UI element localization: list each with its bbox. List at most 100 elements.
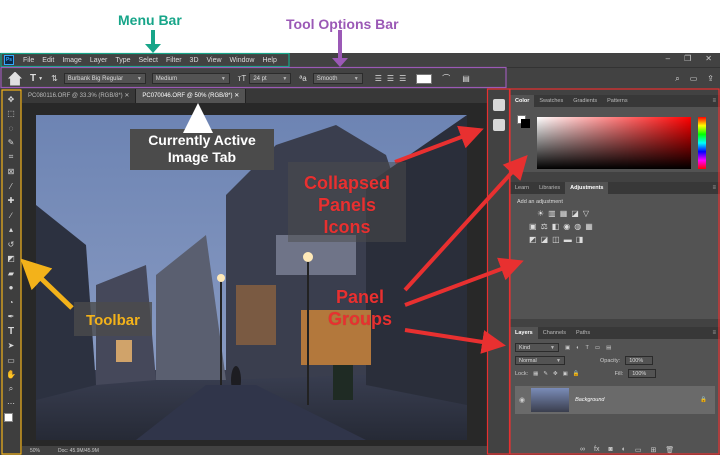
new-group-icon[interactable]: ▭ xyxy=(635,446,642,454)
tab-channels[interactable]: Channels xyxy=(538,327,571,339)
quick-select-tool-icon[interactable]: ✎ xyxy=(0,136,22,151)
menu-view[interactable]: View xyxy=(203,57,226,64)
blur-tool-icon[interactable]: ● xyxy=(0,281,22,296)
hue-saturation-icon[interactable]: ▣ xyxy=(529,222,537,231)
add-mask-icon[interactable]: ◙ xyxy=(608,446,612,454)
history-panel-icon[interactable] xyxy=(492,99,505,111)
tab-patterns[interactable]: Patterns xyxy=(602,95,632,107)
tab-color[interactable]: Color xyxy=(510,95,535,107)
menu-3d[interactable]: 3D xyxy=(186,57,203,64)
gradient-map-icon[interactable]: ▬ xyxy=(564,235,572,244)
black-white-icon[interactable]: ◧ xyxy=(552,222,560,231)
align-center-icon[interactable]: ☰ xyxy=(387,74,394,83)
font-style-select[interactable]: Medium ▼ xyxy=(151,73,230,84)
channel-mixer-icon[interactable]: ◍ xyxy=(574,222,581,231)
share-icon[interactable]: ⇪ xyxy=(707,74,714,83)
align-left-icon[interactable]: ☰ xyxy=(375,74,382,83)
document-tab[interactable]: PC080116.ORF @ 33.3% (RGB/8*) ✕ xyxy=(22,89,137,103)
threshold-icon[interactable]: ◫ xyxy=(552,235,560,244)
tab-layers[interactable]: Layers xyxy=(510,327,538,339)
lock-artboard-icon[interactable]: ▣ xyxy=(563,371,568,377)
hand-tool-icon[interactable]: ✋ xyxy=(0,368,22,383)
crop-tool-icon[interactable]: ⌗ xyxy=(0,150,22,165)
tab-paths[interactable]: Paths xyxy=(571,327,595,339)
menu-file[interactable]: File xyxy=(19,57,38,64)
close-icon[interactable]: ✕ xyxy=(234,93,239,99)
photoshop-app-icon[interactable]: Ps xyxy=(4,55,14,65)
menu-window[interactable]: Window xyxy=(226,57,259,64)
frame-tool-icon[interactable]: ⊠ xyxy=(0,165,22,180)
menu-filter[interactable]: Filter xyxy=(162,57,186,64)
panel-menu-icon[interactable]: ≡ xyxy=(712,330,716,336)
tab-gradients[interactable]: Gradients xyxy=(568,95,602,107)
color-balance-icon[interactable]: ⚖ xyxy=(541,222,548,231)
lasso-tool-icon[interactable]: ◌ xyxy=(0,121,22,136)
lock-position-icon[interactable]: ✥ xyxy=(553,371,558,377)
type-tool-icon[interactable]: T xyxy=(30,73,36,84)
search-icon[interactable]: ⌕ xyxy=(675,74,679,84)
filter-smart-icon[interactable]: ▤ xyxy=(606,345,611,351)
menu-type[interactable]: Type xyxy=(111,57,134,64)
menu-layer[interactable]: Layer xyxy=(86,57,112,64)
anti-alias-select[interactable]: Smooth ▼ xyxy=(312,73,363,84)
properties-panel-icon[interactable] xyxy=(492,119,505,131)
tab-adjustments[interactable]: Adjustments xyxy=(565,182,609,194)
eraser-tool-icon[interactable]: ◩ xyxy=(0,252,22,267)
menu-image[interactable]: Image xyxy=(58,57,85,64)
panel-menu-icon[interactable]: ≡ xyxy=(712,185,716,191)
close-icon[interactable]: ✕ xyxy=(124,93,129,99)
align-right-icon[interactable]: ☰ xyxy=(399,74,406,83)
move-tool-icon[interactable]: ✥ xyxy=(0,92,22,107)
healing-brush-tool-icon[interactable]: ✚ xyxy=(0,194,22,209)
filter-shape-icon[interactable]: ▭ xyxy=(595,345,600,351)
invert-icon[interactable]: ◩ xyxy=(529,235,537,244)
pen-tool-icon[interactable]: ✒ xyxy=(0,310,22,325)
zoom-level[interactable]: 50% xyxy=(30,448,40,454)
chevron-down-icon[interactable]: ▼ xyxy=(38,76,43,82)
layer-row[interactable]: ◉ Background 🔒 xyxy=(515,386,715,414)
photo-filter-icon[interactable]: ◉ xyxy=(563,222,570,231)
restore-icon[interactable]: ❐ xyxy=(684,54,691,63)
link-layers-icon[interactable]: ∞ xyxy=(580,446,585,454)
color-field[interactable] xyxy=(537,117,691,169)
adjustment-layer-icon[interactable]: ◐ xyxy=(622,446,626,454)
curves-icon[interactable]: ▦ xyxy=(560,209,568,218)
font-size-select[interactable]: 24 pt ▼ xyxy=(249,73,292,84)
text-orientation-icon[interactable]: ⇅ xyxy=(51,74,58,83)
color-swatches[interactable] xyxy=(0,411,21,431)
posterize-icon[interactable]: ◪ xyxy=(541,235,549,244)
marquee-tool-icon[interactable]: ⬚ xyxy=(0,107,22,122)
clone-stamp-tool-icon[interactable]: ▴ xyxy=(0,223,22,238)
delete-layer-icon[interactable]: 🗑 xyxy=(665,446,674,454)
filter-pixel-icon[interactable]: ▣ xyxy=(565,345,570,351)
brightness-icon[interactable]: ☀ xyxy=(537,209,544,218)
warp-text-icon[interactable]: ⌒ xyxy=(442,73,450,84)
path-selection-tool-icon[interactable]: ➤ xyxy=(0,339,22,354)
background-color-swatch[interactable] xyxy=(521,119,530,128)
paint-bucket-tool-icon[interactable]: ▰ xyxy=(0,266,22,281)
filter-type-icon[interactable]: T xyxy=(586,345,589,351)
blend-mode-select[interactable]: Normal ▼ xyxy=(515,356,565,365)
lock-all-icon[interactable]: 🔒 xyxy=(573,371,580,377)
font-family-select[interactable]: Burbank Big Regular ▼ xyxy=(63,73,146,84)
layer-style-icon[interactable]: fx xyxy=(594,446,599,454)
more-tools-icon[interactable]: ⋯ xyxy=(0,397,22,412)
hue-slider[interactable] xyxy=(698,117,706,169)
close-icon[interactable]: ✕ xyxy=(705,54,712,63)
selective-color-icon[interactable]: ◨ xyxy=(576,235,584,244)
brush-tool-icon[interactable]: ∕ xyxy=(0,208,22,223)
levels-icon[interactable]: ▥ xyxy=(548,209,556,218)
workspace-icon[interactable]: ▭ xyxy=(690,74,698,83)
opacity-field[interactable]: 100% xyxy=(625,356,654,365)
tab-learn[interactable]: Learn xyxy=(510,182,534,194)
type-tool-icon[interactable]: T xyxy=(0,324,22,339)
foreground-color-swatch[interactable] xyxy=(4,413,13,422)
dodge-tool-icon[interactable]: ◔ xyxy=(0,295,22,310)
text-color-swatch[interactable] xyxy=(416,73,433,84)
vibrance-icon[interactable]: ▽ xyxy=(583,209,589,218)
tab-libraries[interactable]: Libraries xyxy=(534,182,565,194)
visibility-eye-icon[interactable]: ◉ xyxy=(519,396,525,404)
menu-help[interactable]: Help xyxy=(258,57,280,64)
exposure-icon[interactable]: ◪ xyxy=(571,209,579,218)
layer-kind-select[interactable]: Kind ▼ xyxy=(515,343,559,352)
